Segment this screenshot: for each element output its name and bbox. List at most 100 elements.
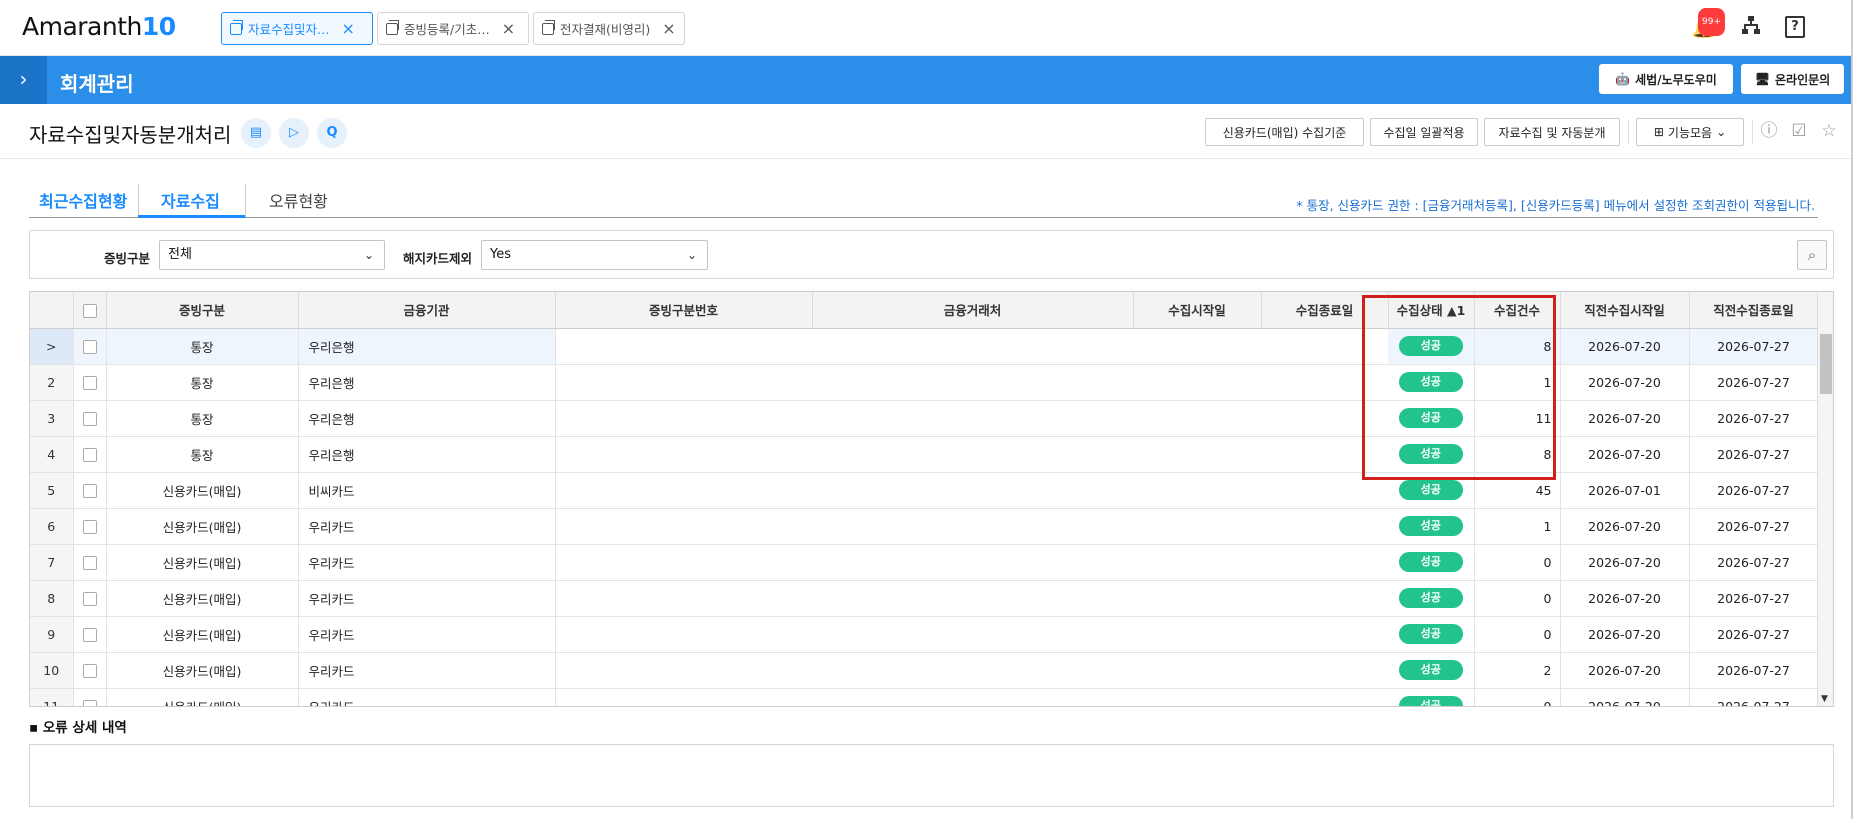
status-badge: 성공 bbox=[1398, 552, 1463, 572]
table-row[interactable]: 7 신용카드(매입) 우리카드 성공 0 2026-07-20 2026-07-27 bbox=[30, 544, 1819, 581]
table-row[interactable]: 9 신용카드(매입) 우리카드 성공 0 2026-07-20 2026-07-27 bbox=[30, 616, 1819, 653]
close-icon[interactable]: × bbox=[342, 19, 355, 38]
header-collect-count[interactable]: 수집건수 bbox=[1474, 292, 1561, 329]
cell-collect-start bbox=[1133, 580, 1261, 617]
document-icon[interactable]: ▤ bbox=[241, 118, 271, 148]
play-icon[interactable]: ▷ bbox=[279, 118, 309, 148]
row-checkbox-cell[interactable] bbox=[73, 688, 107, 706]
header-collect-start[interactable]: 수집시작일 bbox=[1133, 292, 1262, 329]
search-icon[interactable]: Q bbox=[317, 118, 347, 148]
vertical-scrollbar[interactable]: ▼ bbox=[1817, 292, 1833, 706]
cell-evidence-number bbox=[555, 580, 812, 617]
header-checkbox[interactable] bbox=[73, 292, 107, 329]
row-checkbox[interactable] bbox=[82, 339, 97, 354]
status-badge: 성공 bbox=[1398, 660, 1463, 680]
window-icon bbox=[386, 19, 399, 35]
table-row[interactable]: 3 통장 우리은행 성공 11 2026-07-20 2026-07-27 bbox=[30, 400, 1819, 437]
online-inquiry-button[interactable]: 🖥 온라인문의 bbox=[1741, 64, 1844, 94]
bell-icon[interactable]: 🔔99+ bbox=[1691, 8, 1725, 40]
row-checkbox-cell[interactable] bbox=[73, 436, 107, 473]
window-icon bbox=[542, 19, 555, 35]
row-checkbox[interactable] bbox=[82, 591, 97, 606]
search-button[interactable]: ⌕ bbox=[1797, 240, 1827, 270]
table-row[interactable]: 10 신용카드(매입) 우리카드 성공 2 2026-07-20 2026-07-27 bbox=[30, 652, 1819, 689]
cell-prev-end: 2026-07-27 bbox=[1689, 580, 1819, 617]
close-icon[interactable]: × bbox=[662, 19, 675, 38]
row-checkbox[interactable] bbox=[82, 375, 97, 390]
row-checkbox[interactable] bbox=[82, 519, 97, 534]
header-prev-end[interactable]: 직전수집종료일 bbox=[1689, 292, 1819, 329]
select-all-checkbox[interactable] bbox=[82, 303, 97, 318]
header-financial-partner[interactable]: 금융거래처 bbox=[812, 292, 1134, 329]
row-index: 8 bbox=[30, 580, 74, 617]
functions-dropdown-button[interactable]: ⊞ 기능모음 ⌄ bbox=[1636, 118, 1744, 146]
scroll-down-icon[interactable]: ▼ bbox=[1821, 694, 1828, 704]
table-row[interactable]: 4 통장 우리은행 성공 8 2026-07-20 2026-07-27 bbox=[30, 436, 1819, 473]
row-checkbox[interactable] bbox=[82, 627, 97, 642]
cell-evidence-type: 신용카드(매입) bbox=[106, 616, 299, 653]
table-row[interactable]: 2 통장 우리은행 성공 1 2026-07-20 2026-07-27 bbox=[30, 364, 1819, 401]
header-evidence-type[interactable]: 증빙구분 bbox=[106, 292, 299, 329]
row-checkbox-cell[interactable] bbox=[73, 328, 107, 365]
row-checkbox[interactable] bbox=[82, 663, 97, 678]
row-checkbox-cell[interactable] bbox=[73, 616, 107, 653]
table-row[interactable]: 6 신용카드(매입) 우리카드 성공 1 2026-07-20 2026-07-27 bbox=[30, 508, 1819, 545]
scrollbar-thumb[interactable] bbox=[1820, 334, 1832, 394]
cell-evidence-type: 신용카드(매입) bbox=[106, 652, 299, 689]
evidence-type-select[interactable]: 전체 ⌄ bbox=[159, 240, 385, 270]
cancel-card-select[interactable]: Yes ⌄ bbox=[481, 240, 708, 270]
info-icon[interactable]: ⓘ bbox=[1758, 120, 1780, 142]
tab-error-status[interactable]: 오류현황 bbox=[269, 188, 328, 212]
close-icon[interactable]: × bbox=[502, 19, 515, 38]
cell-financial-partner bbox=[812, 364, 1133, 401]
table-row[interactable]: 8 신용카드(매입) 우리카드 성공 0 2026-07-20 2026-07-27 bbox=[30, 580, 1819, 617]
row-checkbox[interactable] bbox=[82, 699, 97, 706]
header-prev-start[interactable]: 직전수집시작일 bbox=[1560, 292, 1690, 329]
row-checkbox[interactable] bbox=[82, 555, 97, 570]
header-collect-status[interactable]: 수집상태 ▲1 bbox=[1388, 292, 1475, 329]
row-checkbox[interactable] bbox=[82, 447, 97, 462]
row-checkbox-cell[interactable] bbox=[73, 472, 107, 509]
tax-helper-button[interactable]: 🤖 세법/노무도우미 bbox=[1599, 64, 1733, 94]
cell-prev-end: 2026-07-27 bbox=[1689, 472, 1819, 509]
cell-collect-end bbox=[1261, 400, 1388, 437]
cell-evidence-number bbox=[555, 652, 812, 689]
card-criteria-button[interactable]: 신용카드(매입) 수집기준 bbox=[1205, 118, 1364, 146]
app-logo[interactable]: Amaranth10 bbox=[22, 12, 176, 41]
help-icon[interactable]: ? bbox=[1785, 16, 1805, 38]
cell-prev-end: 2026-07-27 bbox=[1689, 688, 1819, 706]
tab-recent-collection[interactable]: 최근수집현황 bbox=[39, 188, 127, 212]
table-row[interactable]: 5 신용카드(매입) 비씨카드 성공 45 2026-07-01 2026-07-27 bbox=[30, 472, 1819, 509]
header-evidence-number[interactable]: 증빙구분번호 bbox=[555, 292, 813, 329]
row-checkbox-cell[interactable] bbox=[73, 400, 107, 437]
cell-financial-partner bbox=[812, 652, 1133, 689]
auto-collect-button[interactable]: 자료수집 및 자동분개 bbox=[1484, 118, 1620, 146]
tab-data-collect[interactable]: 자료수집 bbox=[161, 188, 220, 212]
cell-financial-partner bbox=[812, 544, 1133, 581]
batch-date-button[interactable]: 수집일 일괄적용 bbox=[1370, 118, 1478, 146]
status-badge: 성공 bbox=[1398, 588, 1463, 608]
header-collect-end[interactable]: 수집종료일 bbox=[1261, 292, 1389, 329]
table-row[interactable]: 11 신용카드(매입) 우리카드 성공 0 2026-07-20 2026-07-27 bbox=[30, 688, 1819, 706]
calendar-check-icon[interactable]: ☑ bbox=[1788, 120, 1810, 142]
row-checkbox-cell[interactable] bbox=[73, 364, 107, 401]
row-checkbox[interactable] bbox=[82, 411, 97, 426]
row-checkbox-cell[interactable] bbox=[73, 544, 107, 581]
cell-financial-institution: 우리카드 bbox=[298, 652, 556, 689]
menu-expand-icon[interactable]: › bbox=[0, 56, 47, 104]
tab-e-approval[interactable]: 전자결재(비영리) × bbox=[533, 12, 685, 45]
cell-prev-end: 2026-07-27 bbox=[1689, 544, 1819, 581]
star-icon[interactable]: ☆ bbox=[1818, 120, 1840, 142]
tab-evidence-register[interactable]: 증빙등록/기초… × bbox=[377, 12, 529, 45]
cell-collect-end bbox=[1261, 328, 1388, 365]
notification-badge: 99+ bbox=[1698, 8, 1725, 36]
row-checkbox[interactable] bbox=[82, 483, 97, 498]
header-financial-institution[interactable]: 금융기관 bbox=[298, 292, 556, 329]
table-row[interactable]: > 통장 우리은행 성공 8 2026-07-20 2026-07-27 bbox=[30, 328, 1819, 365]
row-checkbox-cell[interactable] bbox=[73, 508, 107, 545]
cell-financial-institution: 우리은행 bbox=[298, 364, 556, 401]
row-checkbox-cell[interactable] bbox=[73, 580, 107, 617]
org-chart-icon[interactable] bbox=[1739, 15, 1763, 39]
tab-data-collection[interactable]: 자료수집및자… × bbox=[221, 12, 373, 45]
row-checkbox-cell[interactable] bbox=[73, 652, 107, 689]
